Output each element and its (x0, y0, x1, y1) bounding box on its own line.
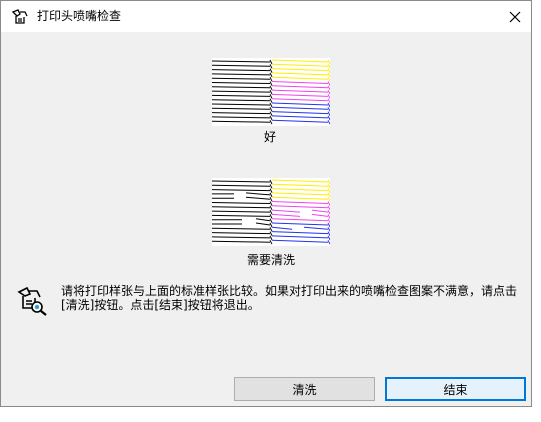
instruction-line-2: [清洗]按钮。点击[结束]按钮将退出。 (61, 298, 260, 312)
needs-cleaning-pattern-label: 需要清洗 (246, 253, 295, 267)
good-pattern-image (212, 58, 330, 126)
needs-cleaning-pattern-image (212, 178, 330, 246)
end-button[interactable]: 结束 (385, 377, 526, 401)
printer-check-icon (11, 8, 29, 26)
printer-inspect-icon (15, 283, 49, 317)
good-pattern-label: 好 (263, 130, 276, 144)
instruction-text: 请将打印样张与上面的标准样张比较。如果对打印出来的喷嘴检查图案不满意，请点击 [… (61, 284, 531, 312)
nozzle-check-dialog: 打印头喷嘴检查 好 需要清洗 请将打印样张与上面的标准样张比较。如果对打印出来的… (0, 0, 532, 407)
clean-button[interactable]: 清洗 (234, 377, 375, 401)
window-title: 打印头喷嘴检查 (37, 9, 122, 23)
close-icon (509, 11, 521, 22)
close-button[interactable] (499, 1, 531, 32)
instruction-line-1: 请将打印样张与上面的标准样张比较。如果对打印出来的喷嘴检查图案不满意，请点击 (61, 284, 518, 298)
title-bar: 打印头喷嘴检查 (1, 1, 531, 32)
